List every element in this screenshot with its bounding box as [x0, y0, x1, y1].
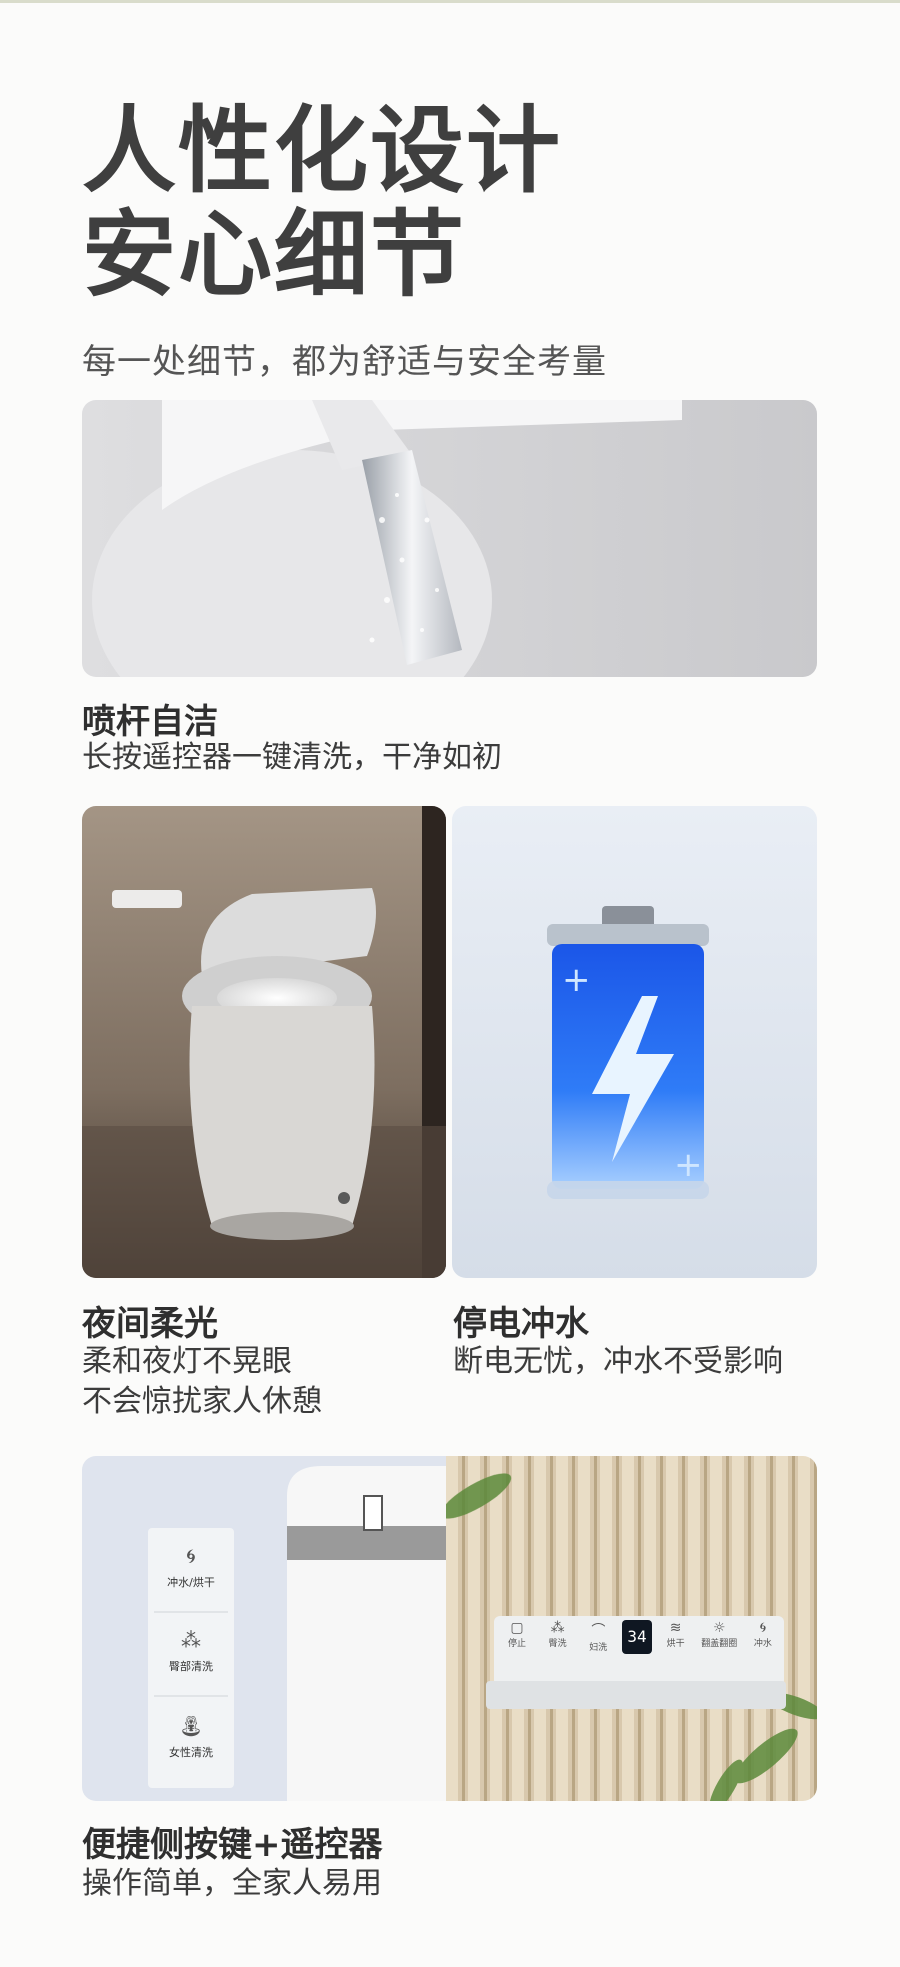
svg-text:+: +	[674, 1145, 703, 1185]
feature-desc-night-light-2: 不会惊扰家人休憩	[82, 1384, 322, 1419]
remote-button-lid[interactable]: ☼ 翻盖翻圈	[699, 1620, 739, 1666]
remote-button-label: 烘干	[666, 1639, 685, 1649]
nozzle-clean-image	[82, 400, 817, 677]
title-line-2: 安心细节	[82, 201, 467, 310]
side-button-label: 臀部清洗	[169, 1660, 213, 1673]
remote-button-label: 冲水	[753, 1639, 772, 1649]
remote-button-label: 妇洗	[589, 1643, 608, 1653]
remote-button-dry[interactable]: ≋ 烘干	[659, 1620, 693, 1666]
spray-icon: ⁂	[550, 1620, 565, 1636]
swirl-icon: 🌀︎	[186, 1544, 196, 1568]
bidet-icon: ⛲︎	[178, 1714, 204, 1738]
spray-icon: ⁂	[181, 1628, 201, 1652]
night-light-image	[82, 806, 446, 1278]
feature-desc-nozzle: 长按遥控器一键清洗，干净如初	[82, 740, 502, 775]
remote-button-rear-wash[interactable]: ⁂ 臀洗	[541, 1620, 575, 1666]
page-subtitle: 每一处细节，都为舒适与安全考量	[82, 342, 607, 382]
battery-image: + +	[452, 806, 817, 1278]
side-buttons-image: 🌀︎ 冲水/烘干 ⁂ 臀部清洗 ⛲︎ 女性清洗	[82, 1456, 446, 1801]
feature-desc-power-outage: 断电无忧，冲水不受影响	[453, 1344, 783, 1379]
side-button-flush-dry[interactable]: 🌀︎ 冲水/烘干	[148, 1528, 234, 1612]
top-divider	[0, 0, 900, 3]
remote-button-flush[interactable]: 🌀︎ 冲水	[746, 1620, 780, 1666]
side-button-rear-wash[interactable]: ⁂ 臀部清洗	[148, 1612, 234, 1696]
remote-button-label: 臀洗	[548, 1639, 567, 1649]
side-button-front-wash[interactable]: ⛲︎ 女性清洗	[148, 1696, 234, 1788]
feature-title-night-light: 夜间柔光	[82, 1304, 218, 1344]
svg-text:+: +	[562, 960, 591, 1000]
feature-title-controls: 便捷侧按键+遥控器	[82, 1825, 383, 1865]
feature-desc-night-light-1: 柔和夜灯不晃眼	[82, 1344, 292, 1379]
remote-control-image: ▢ 停止 ⁂ 臀洗 ⌒ 妇洗 34 ≋ 烘干 ☼ 翻盖翻圈 🌀︎ 冲水	[446, 1456, 817, 1801]
remote-button-row: ▢ 停止 ⁂ 臀洗 ⌒ 妇洗 34 ≋ 烘干 ☼ 翻盖翻圈 🌀︎ 冲水	[500, 1620, 780, 1666]
title-line-1: 人性化设计	[82, 97, 563, 206]
side-button-label: 女性清洗	[169, 1746, 213, 1759]
feature-title-power-outage: 停电冲水	[453, 1304, 589, 1344]
remote-display: 34	[621, 1620, 652, 1654]
swirl-icon: 🌀︎	[759, 1620, 767, 1636]
remote-button-front-wash[interactable]: ⌒ 妇洗	[581, 1620, 615, 1666]
page-title: 人性化设计 安心细节	[82, 100, 562, 308]
feature-desc-controls: 操作简单，全家人易用	[82, 1866, 382, 1901]
bidet-icon: ⌒	[591, 1623, 606, 1639]
wind-icon: ≋	[669, 1620, 682, 1636]
remote-button-stop[interactable]: ▢ 停止	[500, 1620, 534, 1666]
side-button-label: 冲水/烘干	[167, 1576, 215, 1589]
stop-icon: ▢	[510, 1620, 524, 1636]
remote-button-label: 翻盖翻圈	[701, 1639, 738, 1649]
light-icon: ☼	[713, 1620, 726, 1636]
remote-button-label: 停止	[507, 1639, 526, 1649]
feature-title-nozzle: 喷杆自洁	[82, 702, 218, 742]
